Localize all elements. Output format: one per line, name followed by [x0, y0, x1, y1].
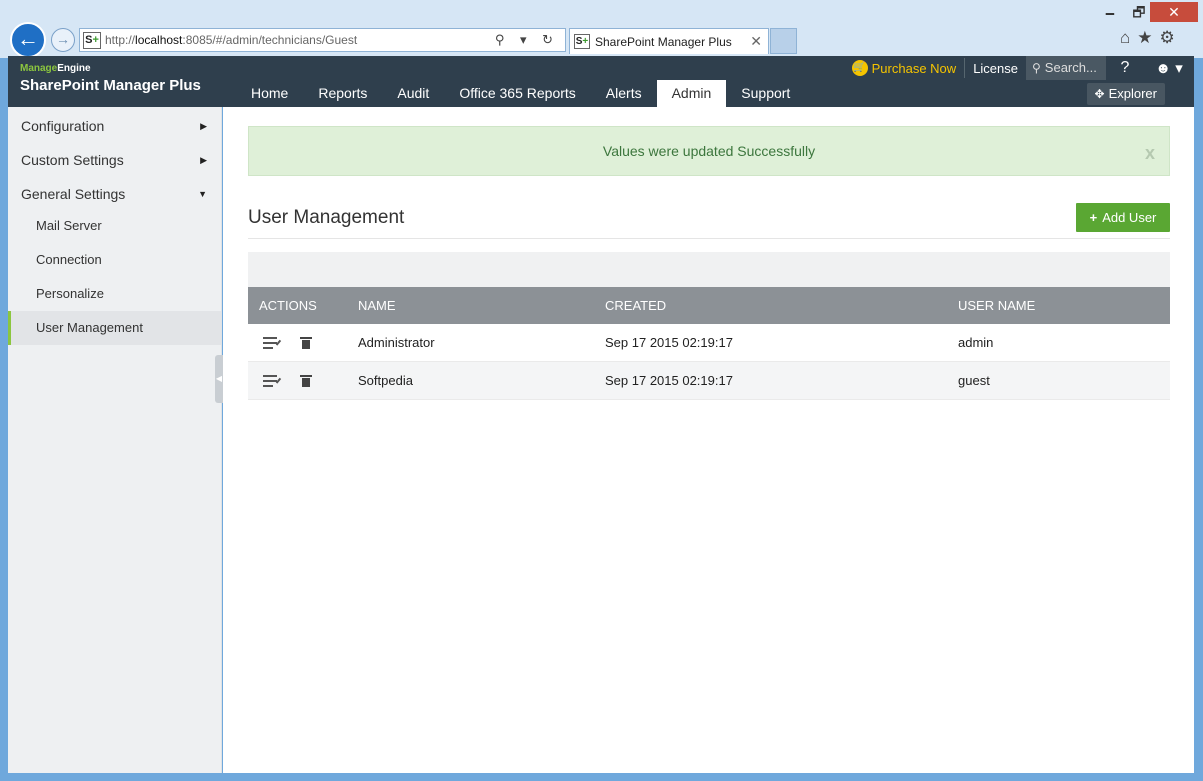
sidebar: Configuration ▶ Custom Settings ▶ Genera… [8, 107, 222, 773]
tab-alerts[interactable]: Alerts [591, 80, 657, 107]
purchase-label: Purchase Now [871, 60, 957, 76]
sidebar-section-label: Custom Settings [21, 152, 124, 168]
maximize-button[interactable]: 🗗 [1125, 2, 1153, 22]
trash-icon[interactable] [300, 375, 312, 387]
plus-icon: + [1089, 210, 1098, 225]
cell-created: Sep 17 2015 02:19:17 [605, 373, 733, 388]
sidebar-section-custom-settings[interactable]: Custom Settings ▶ [8, 141, 221, 175]
edit-icon[interactable] [263, 337, 285, 349]
tab-admin[interactable]: Admin [656, 80, 727, 107]
tab-home[interactable]: Home [236, 80, 303, 107]
close-window-button[interactable]: ✕ [1150, 2, 1198, 22]
alert-message: Values were updated Successfully [602, 143, 816, 159]
sidebar-section-label: Configuration [21, 118, 105, 134]
url-text: http://localhost:8085/#/admin/technician… [105, 33, 358, 47]
sidebar-item-connection[interactable]: Connection [8, 243, 221, 277]
cell-name: Softpedia [358, 373, 413, 388]
tab-reports[interactable]: Reports [303, 80, 382, 107]
cell-username: guest [958, 373, 990, 388]
column-header-actions: ACTIONS [259, 298, 317, 313]
table-row: Softpedia Sep 17 2015 02:19:17 guest [248, 362, 1170, 400]
window-frame [0, 773, 1203, 781]
table-row: Administrator Sep 17 2015 02:19:17 admin [248, 324, 1170, 362]
tab-title: SharePoint Manager Plus [595, 35, 732, 49]
sidebar-item-mail-server[interactable]: Mail Server [8, 209, 221, 243]
minimize-button[interactable]: 🗕 [1096, 2, 1124, 22]
vendor-logo: ManageEngine [20, 63, 91, 74]
sidebar-item-user-management[interactable]: User Management [8, 311, 221, 345]
alert-close-icon[interactable]: x [1145, 129, 1155, 177]
sidebar-section-general-settings[interactable]: General Settings ▼ [8, 175, 221, 209]
caret-right-icon: ▶ [200, 155, 207, 165]
sidebar-section-label: General Settings [21, 186, 126, 202]
forward-button[interactable]: → [51, 28, 75, 52]
edit-icon[interactable] [263, 375, 285, 387]
caret-down-icon: ▼ [198, 189, 207, 199]
success-alert: Values were updated Successfully x [248, 126, 1170, 176]
row-actions [248, 324, 358, 361]
search-input[interactable]: ⚲ Search... [1026, 56, 1106, 80]
table-header: ACTIONS NAME CREATED USER NAME [248, 287, 1170, 324]
tab-office365-reports[interactable]: Office 365 Reports [444, 80, 590, 107]
license-link[interactable]: License [965, 61, 1026, 76]
add-user-button[interactable]: + Add User [1076, 203, 1170, 232]
caret-right-icon: ▶ [200, 121, 207, 131]
address-bar-icons[interactable]: ⚲ ▾ ↻ [495, 32, 559, 48]
add-user-label: Add User [1102, 210, 1157, 225]
site-favicon-icon: S+ [83, 32, 101, 49]
tab-support[interactable]: Support [726, 80, 805, 107]
product-name: SharePoint Manager Plus [20, 77, 201, 94]
tab-audit[interactable]: Audit [382, 80, 444, 107]
user-menu-icon[interactable]: ☻ ▾ [1144, 59, 1194, 77]
row-actions [248, 362, 358, 399]
explorer-button[interactable]: ✥ Explorer [1086, 83, 1165, 105]
column-header-username[interactable]: USER NAME [958, 287, 1170, 324]
help-icon[interactable]: ? [1106, 59, 1144, 77]
cart-icon: 🛒 [851, 60, 868, 76]
explorer-label: Explorer [1108, 86, 1157, 101]
users-table: ACTIONS NAME CREATED USER NAME Administr… [248, 287, 1170, 400]
sidebar-item-personalize[interactable]: Personalize [8, 277, 221, 311]
app-header: ManageEngine SharePoint Manager Plus Hom… [8, 56, 1194, 107]
cell-username: admin [958, 335, 994, 350]
home-favorites-settings-icons[interactable]: ⌂★⚙ [1120, 28, 1182, 48]
new-tab-button[interactable] [770, 28, 797, 54]
sidebar-section-configuration[interactable]: Configuration ▶ [8, 107, 221, 141]
cell-name: Administrator [358, 335, 435, 350]
browser-tab[interactable]: S+ SharePoint Manager Plus ✕ [569, 28, 769, 54]
main-nav: Home Reports Audit Office 365 Reports Al… [236, 80, 805, 107]
back-button[interactable]: ← [10, 22, 46, 58]
address-bar[interactable]: S+ http://localhost:8085/#/admin/technic… [79, 28, 566, 52]
explorer-icon: ✥ [1094, 87, 1105, 101]
column-header-created[interactable]: CREATED [605, 287, 958, 324]
purchase-now-link[interactable]: 🛒 Purchase Now [851, 60, 965, 76]
main-content: Values were updated Successfully x User … [223, 107, 1194, 773]
sidebar-collapse-icon[interactable]: ◀ [215, 355, 223, 403]
trash-icon[interactable] [300, 337, 312, 349]
column-header-name[interactable]: NAME [358, 287, 605, 324]
page-title: User Management [248, 207, 405, 228]
table-toolbar [248, 252, 1170, 287]
cell-created: Sep 17 2015 02:19:17 [605, 335, 733, 350]
browser-chrome: 🗕 🗗 ✕ ← → S+ http://localhost:8085/#/adm… [0, 0, 1203, 58]
divider [248, 238, 1170, 239]
search-icon: ⚲ [1032, 61, 1041, 75]
search-placeholder: Search... [1044, 60, 1097, 75]
tab-close-icon[interactable]: ✕ [750, 33, 762, 50]
header-actions: 🛒 Purchase Now License ⚲ Search... ? ☻ ▾ [851, 56, 1194, 80]
tab-favicon-icon: S+ [574, 34, 590, 49]
